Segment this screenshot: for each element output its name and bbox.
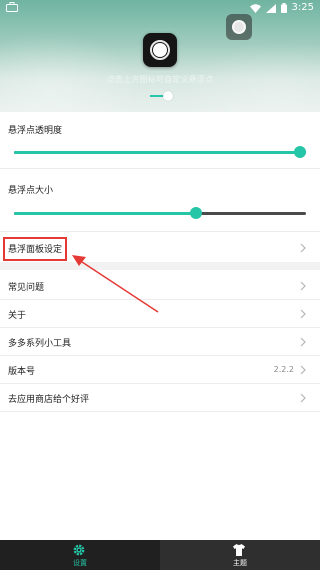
menu-item-label: 去应用商店给个好评 [8,395,90,405]
signal-icon [265,3,276,13]
size-label: 悬浮点大小 [8,186,54,196]
annotation-highlight-box [3,237,67,261]
briefcase-icon [6,2,18,12]
chevron-right-icon [300,243,306,253]
size-slider[interactable] [14,207,306,219]
section-gap [0,262,320,270]
opacity-slider-thumb[interactable] [294,146,306,158]
size-slider-thumb[interactable] [190,207,202,219]
bottom-navigation: 设置 主题 [0,540,320,570]
chevron-right-icon [300,393,306,403]
chevron-right-icon [300,337,306,347]
menu-item-tools[interactable]: 多多系列小工具 [0,328,320,356]
menu-item-label: 多多系列小工具 [8,339,72,349]
opacity-section: 悬浮点透明度 [0,112,320,168]
float-button-preview-icon[interactable] [226,14,252,40]
menu-item-label: 关于 [8,311,27,321]
chevron-right-icon [300,365,306,375]
hero-header: 3:25 点击上方图标可自定义悬浮点 [0,0,320,112]
wifi-icon [249,3,261,13]
opacity-label: 悬浮点透明度 [8,126,63,136]
chevron-right-icon [300,309,306,319]
tab-theme[interactable]: 主题 [160,540,320,570]
tab-settings-label: 设置 [73,559,87,567]
gear-icon [73,544,85,556]
mini-toggle[interactable] [150,91,173,101]
menu-item-label: 版本号 [8,367,36,377]
tab-settings[interactable]: 设置 [0,540,160,570]
version-value: 2.2.2 [273,365,294,374]
chevron-right-icon [300,281,306,291]
divider [0,231,320,232]
opacity-slider[interactable] [14,146,306,158]
menu-item-faq[interactable]: 常见问题 [0,272,320,300]
tab-theme-label: 主题 [233,559,247,567]
menu-item-version[interactable]: 版本号 2.2.2 [0,356,320,384]
settings-screen: 3:25 点击上方图标可自定义悬浮点 悬浮点透明度 悬浮点大小 悬浮面板设定 常… [0,0,320,570]
menu-item-rate-app[interactable]: 去应用商店给个好评 [0,384,320,412]
header-hint-text: 点击上方图标可自定义悬浮点 [106,75,214,84]
size-section: 悬浮点大小 [0,169,320,231]
battery-icon [280,3,287,13]
status-time: 3:25 [291,2,314,13]
menu-item-about[interactable]: 关于 [0,300,320,328]
status-bar: 3:25 [0,0,320,16]
menu-item-label: 常见问题 [8,283,45,293]
custom-float-button-icon[interactable] [143,33,177,67]
shirt-icon [233,544,245,556]
